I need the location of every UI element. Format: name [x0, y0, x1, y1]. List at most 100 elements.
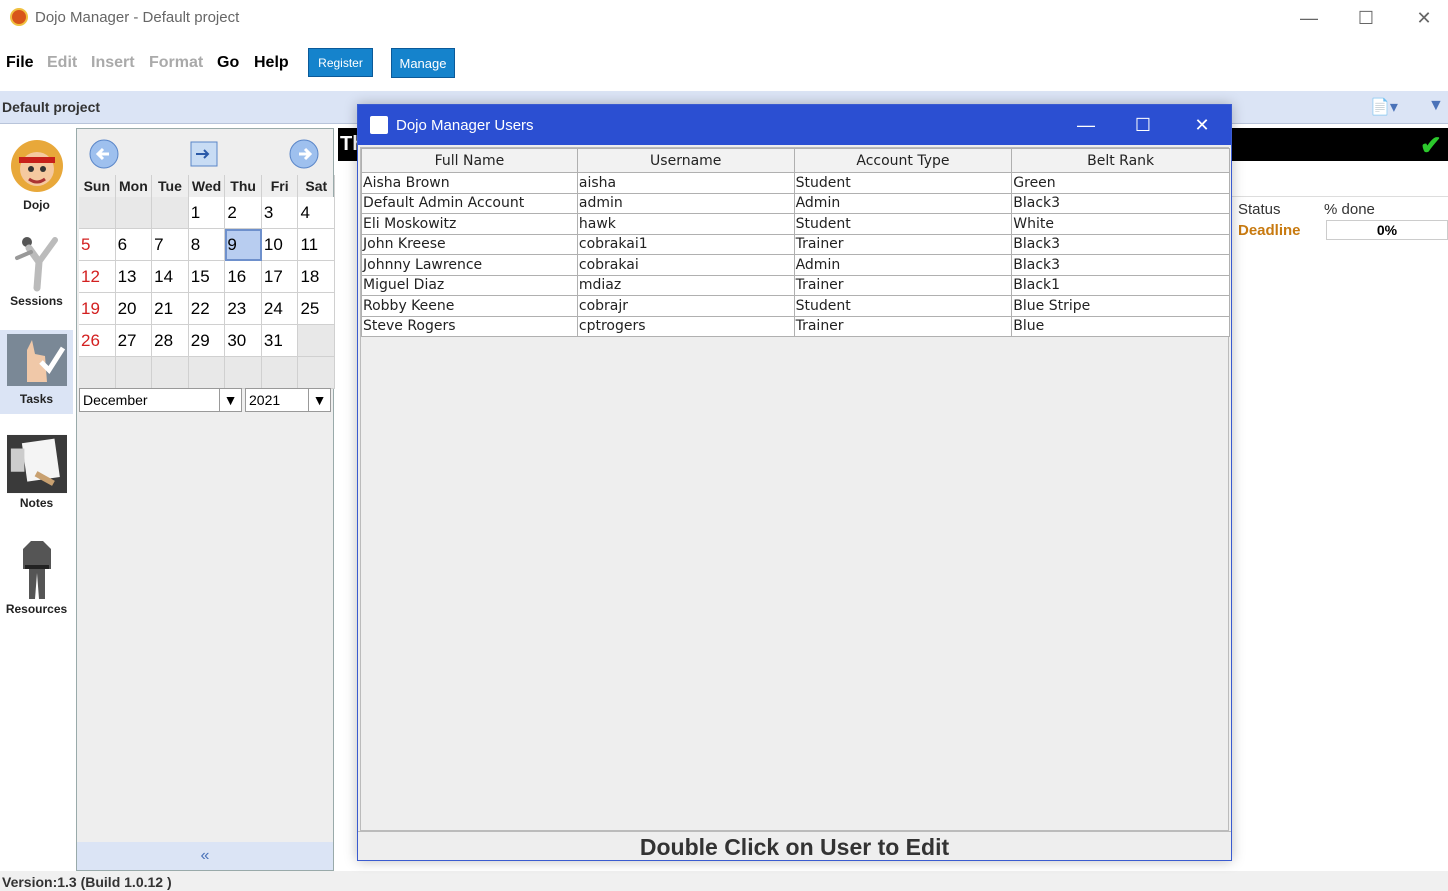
cell-account-type[interactable]: Trainer	[793, 315, 1013, 337]
calendar-day[interactable]: 24	[261, 293, 299, 325]
cell-username[interactable]: cobrajr	[576, 295, 795, 317]
table-row[interactable]: Robby Keene cobrajr Student Blue Stripe	[361, 295, 1230, 317]
collapse-panel-button[interactable]: «	[77, 842, 333, 870]
cell-account-type[interactable]: Trainer	[793, 233, 1013, 255]
cell-username[interactable]: cobrakai	[576, 254, 795, 276]
cell-account-type[interactable]: Student	[793, 172, 1013, 194]
calendar-day[interactable]: 5	[79, 229, 116, 261]
table-row[interactable]: Eli Moskowitz hawk Student White	[361, 213, 1230, 235]
dialog-minimize-icon[interactable]: —	[1066, 111, 1106, 139]
menu-help[interactable]: Help	[254, 54, 289, 72]
calendar-day[interactable]: 21	[152, 293, 189, 325]
calendar-day[interactable]: 16	[225, 261, 262, 293]
cell-belt-rank[interactable]: Green	[1011, 172, 1230, 194]
year-select[interactable]: 2021 ▼	[245, 388, 331, 412]
calendar-day[interactable]: 9	[225, 229, 262, 261]
calendar-day[interactable]: 15	[188, 261, 226, 293]
column-header-belt-rank[interactable]: Belt Rank	[1011, 148, 1230, 173]
table-row[interactable]: Default Admin Account admin Admin Black3	[361, 192, 1230, 214]
percent-done-column-header[interactable]: % done	[1324, 201, 1375, 218]
dialog-close-icon[interactable]: ✕	[1182, 111, 1222, 139]
table-row[interactable]: Aisha Brown aisha Student Green	[361, 172, 1230, 194]
sidebar-item-sessions[interactable]: Sessions	[0, 232, 73, 324]
menu-go[interactable]: Go	[217, 54, 239, 72]
cell-full-name[interactable]: John Kreese	[361, 233, 578, 255]
sidebar-item-tasks[interactable]: Tasks	[0, 330, 73, 414]
calendar-day[interactable]: 22	[188, 293, 226, 325]
calendar-day[interactable]: 26	[79, 325, 116, 357]
calendar-day[interactable]: 11	[298, 229, 336, 261]
menu-insert[interactable]: Insert	[91, 54, 135, 72]
menu-file[interactable]: File	[6, 54, 34, 72]
calendar-day[interactable]: 1	[188, 197, 226, 229]
cell-belt-rank[interactable]: Black3	[1011, 254, 1230, 276]
calendar-day[interactable]: 20	[115, 293, 153, 325]
column-header-account-type[interactable]: Account Type	[793, 148, 1013, 173]
calendar-day[interactable]: 25	[298, 293, 336, 325]
cell-full-name[interactable]: Aisha Brown	[361, 172, 578, 194]
prev-month-button[interactable]	[89, 139, 119, 169]
cell-username[interactable]: hawk	[576, 213, 795, 235]
chevron-down-icon[interactable]: ▼	[219, 389, 241, 411]
close-icon[interactable]: ✕	[1401, 4, 1447, 32]
collapse-down-icon[interactable]: ▼	[1428, 97, 1444, 115]
cell-belt-rank[interactable]: White	[1011, 213, 1230, 235]
manage-button[interactable]: Manage	[391, 48, 455, 78]
calendar-day[interactable]: 30	[225, 325, 262, 357]
cell-full-name[interactable]: Steve Rogers	[361, 315, 578, 337]
table-row[interactable]: Johnny Lawrence cobrakai Admin Black3	[361, 254, 1230, 276]
cell-full-name[interactable]: Eli Moskowitz	[361, 213, 578, 235]
calendar-day[interactable]: 8	[188, 229, 226, 261]
calendar-day[interactable]: 13	[115, 261, 153, 293]
cell-belt-rank[interactable]: Blue	[1011, 315, 1230, 337]
cell-username[interactable]: admin	[576, 192, 795, 214]
calendar-day[interactable]: 28	[152, 325, 189, 357]
cell-account-type[interactable]: Student	[793, 213, 1013, 235]
menu-format[interactable]: Format	[149, 54, 203, 72]
cell-account-type[interactable]: Admin	[793, 254, 1013, 276]
calendar-day[interactable]: 7	[152, 229, 189, 261]
sidebar-item-resources[interactable]: Resources	[0, 540, 73, 626]
table-row[interactable]: Miguel Diaz mdiaz Trainer Black1	[361, 274, 1230, 296]
cell-username[interactable]: cptrogers	[576, 315, 795, 337]
next-month-button[interactable]	[289, 139, 319, 169]
cell-account-type[interactable]: Student	[793, 295, 1013, 317]
sidebar-item-dojo[interactable]: Dojo	[0, 136, 73, 226]
cell-belt-rank[interactable]: Black1	[1011, 274, 1230, 296]
calendar-day[interactable]: 3	[261, 197, 299, 229]
today-button[interactable]	[189, 139, 219, 169]
month-select[interactable]: December ▼	[79, 388, 242, 412]
cell-full-name[interactable]: Johnny Lawrence	[361, 254, 578, 276]
calendar-day[interactable]: 31	[261, 325, 299, 357]
calendar-day[interactable]: 27	[115, 325, 153, 357]
cell-belt-rank[interactable]: Black3	[1011, 233, 1230, 255]
cell-full-name[interactable]: Robby Keene	[361, 295, 578, 317]
menu-edit[interactable]: Edit	[47, 54, 77, 72]
column-header-username[interactable]: Username	[576, 148, 795, 173]
cell-belt-rank[interactable]: Black3	[1011, 192, 1230, 214]
calendar-day[interactable]: 2	[225, 197, 262, 229]
checkmark-icon[interactable]: ✔	[1420, 130, 1442, 161]
calendar-day[interactable]: 18	[298, 261, 336, 293]
calendar-day[interactable]: 19	[79, 293, 116, 325]
calendar-day[interactable]: 14	[152, 261, 189, 293]
cell-account-type[interactable]: Admin	[793, 192, 1013, 214]
calendar-day[interactable]: 23	[225, 293, 262, 325]
maximize-icon[interactable]: ☐	[1343, 4, 1389, 32]
chevron-down-icon[interactable]: ▼	[308, 389, 330, 411]
sidebar-item-notes[interactable]: Notes	[0, 434, 73, 520]
dialog-maximize-icon[interactable]: ☐	[1123, 111, 1163, 139]
calendar-day[interactable]: 4	[298, 197, 336, 229]
calendar-day[interactable]: 10	[261, 229, 299, 261]
table-row[interactable]: John Kreese cobrakai1 Trainer Black3	[361, 233, 1230, 255]
new-document-icon[interactable]: 📄▾	[1370, 97, 1398, 117]
status-column-header[interactable]: Status	[1238, 201, 1281, 218]
cell-full-name[interactable]: Miguel Diaz	[361, 274, 578, 296]
cell-username[interactable]: mdiaz	[576, 274, 795, 296]
cell-full-name[interactable]: Default Admin Account	[361, 192, 578, 214]
cell-username[interactable]: aisha	[576, 172, 795, 194]
calendar-day[interactable]: 12	[79, 261, 116, 293]
register-button[interactable]: Register	[308, 48, 373, 77]
calendar-day[interactable]: 6	[115, 229, 153, 261]
table-row[interactable]: Steve Rogers cptrogers Trainer Blue	[361, 315, 1230, 337]
